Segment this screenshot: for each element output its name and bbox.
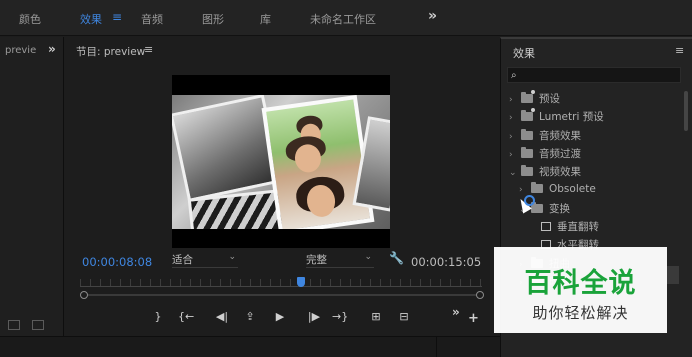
effects-search-input[interactable]: ⌕: [507, 67, 681, 83]
workspace-tab-audio[interactable]: 音频: [141, 11, 163, 27]
divider: [436, 336, 437, 357]
workspace-tab-graphics[interactable]: 图形: [202, 11, 224, 27]
tree-item-label: 音频效果: [539, 129, 581, 142]
workspace-tab-color[interactable]: 颜色: [19, 11, 41, 27]
preset-folder-icon: [521, 108, 535, 122]
go-to-out-button[interactable]: →}: [332, 309, 348, 325]
play-button[interactable]: ▶: [272, 309, 288, 325]
workspace-tab-libraries[interactable]: 库: [260, 11, 271, 27]
watermark-title: 百科全说: [524, 268, 637, 299]
tree-item-label: Obsolete: [549, 182, 596, 195]
tree-item[interactable]: ⌄ 视频效果: [509, 164, 581, 182]
tree-item[interactable]: › 音频过渡: [509, 146, 581, 164]
chevron-right-icon[interactable]: ›: [509, 113, 521, 123]
playhead[interactable]: [297, 277, 306, 287]
workspace-bar: 颜色 效果 ≡ 音频 图形 库 未命名工作区 »: [0, 0, 692, 36]
effects-panel-title[interactable]: 效果: [513, 45, 535, 61]
tree-item-label: 视频效果: [539, 166, 581, 179]
watermark: 百科全说 助你轻松解决: [494, 247, 667, 333]
plus-icon[interactable]: +: [468, 311, 479, 326]
double-chevron-right-icon[interactable]: »: [428, 8, 437, 24]
lift-button[interactable]: ⇪: [242, 309, 258, 325]
double-chevron-right-icon[interactable]: »: [452, 305, 460, 319]
insert-button[interactable]: ⊞: [368, 309, 384, 325]
overwrite-button[interactable]: ⊟: [396, 309, 412, 325]
folder-icon: [531, 181, 543, 193]
tree-item-label: 预设: [539, 93, 560, 105]
folder-icon: [531, 201, 543, 213]
chevron-right-icon[interactable]: ›: [509, 132, 521, 142]
left-panel-title[interactable]: previe: [5, 45, 36, 56]
effect-icon: [541, 222, 551, 232]
zoom-select[interactable]: 适合 ⌄: [172, 252, 238, 268]
chevron-right-icon[interactable]: ›: [509, 95, 521, 105]
chevron-right-icon[interactable]: ›: [509, 150, 521, 160]
busy-ring-icon: [524, 195, 535, 206]
scrollbar-track: [84, 294, 480, 296]
photo-family: [261, 95, 375, 229]
folder-icon: [521, 146, 533, 158]
hamburger-icon[interactable]: ≡: [112, 10, 122, 24]
video-preview: [172, 75, 390, 248]
left-panel: previe »: [0, 37, 64, 357]
scrollbar-start-handle[interactable]: [80, 291, 88, 299]
workspace-tab-untitled[interactable]: 未命名工作区: [310, 11, 376, 27]
watermark-subtitle: 助你轻松解决: [532, 304, 629, 322]
step-forward-button[interactable]: |▶: [306, 309, 322, 325]
hamburger-icon[interactable]: ≡: [144, 43, 153, 56]
mark-out-button[interactable]: }: [150, 309, 166, 325]
tree-item-label: 垂直翻转: [557, 221, 599, 234]
list-view-icon[interactable]: [8, 320, 20, 330]
hamburger-icon[interactable]: ≡: [675, 44, 684, 57]
folder-icon: [521, 128, 533, 140]
chevron-down-icon[interactable]: ⌄: [509, 168, 521, 178]
double-chevron-right-icon[interactable]: »: [48, 42, 56, 56]
tree-item[interactable]: › 预设: [509, 90, 560, 109]
folder-icon: [521, 165, 533, 177]
tree-item-label: 变换: [549, 202, 570, 215]
current-timecode[interactable]: 00:00:08:08: [82, 255, 152, 269]
go-to-in-button[interactable]: {←: [178, 309, 194, 325]
tree-item[interactable]: 垂直翻转: [529, 219, 599, 237]
tree-item[interactable]: › 音频效果: [509, 128, 581, 146]
tree-item-label: Lumetri 预设: [539, 111, 604, 124]
program-monitor: 节目: preview ≡ 00:00:08:08 适合 ⌄ 完整 ⌄ 🔧 00…: [66, 37, 498, 335]
duration-timecode: 00:00:15:05: [411, 255, 482, 269]
zoom-select-value: 适合: [172, 254, 193, 266]
chevron-down-icon: ⌄: [364, 252, 372, 262]
chevron-down-icon: ⌄: [228, 252, 236, 262]
step-back-button[interactable]: ◀|: [214, 309, 230, 325]
tree-item-label: 音频过渡: [539, 147, 581, 160]
preset-folder-icon: [521, 90, 535, 103]
zoom-scrollbar[interactable]: [80, 291, 484, 299]
chevron-right-icon[interactable]: ›: [519, 185, 531, 195]
icon-view-icon[interactable]: [32, 320, 44, 330]
panel-edge: [667, 266, 679, 284]
scrollbar[interactable]: [684, 91, 688, 131]
program-monitor-title[interactable]: 节目: preview: [76, 44, 145, 59]
time-ruler[interactable]: [80, 279, 482, 287]
video-frame: [172, 95, 390, 229]
search-icon: ⌕: [511, 70, 517, 81]
wrench-icon[interactable]: 🔧: [389, 251, 404, 265]
workspace-tab-effects[interactable]: 效果: [80, 11, 102, 27]
tree-item[interactable]: › Lumetri 预设: [509, 108, 604, 127]
quality-select[interactable]: 完整 ⌄: [306, 252, 374, 268]
quality-select-value: 完整: [306, 254, 327, 266]
scrollbar-end-handle[interactable]: [476, 291, 484, 299]
